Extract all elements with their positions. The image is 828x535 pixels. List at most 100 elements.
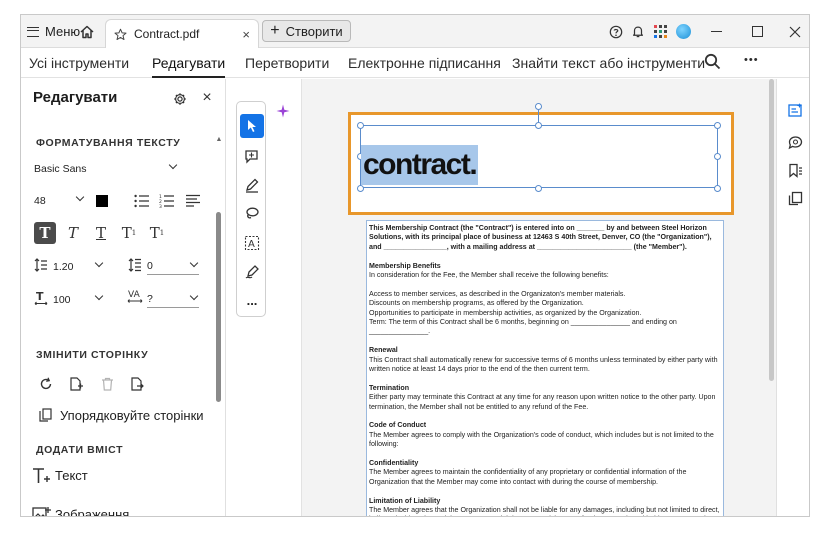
comments-button[interactable] <box>786 133 804 151</box>
more-options-button[interactable]: ••• <box>744 54 759 66</box>
highlight-tool-button[interactable] <box>240 173 264 197</box>
resize-handle-tl[interactable] <box>357 122 364 129</box>
maximize-button[interactable] <box>752 15 763 48</box>
menu-all-tools[interactable]: Усі інструменти <box>29 55 129 71</box>
resize-handle-tr[interactable] <box>714 122 721 129</box>
help-button[interactable] <box>609 15 623 48</box>
svg-text:A: A <box>248 239 255 250</box>
close-icon <box>789 26 801 37</box>
add-image-button[interactable]: Зображення <box>55 507 129 516</box>
underline-button[interactable]: T <box>90 222 112 244</box>
profile-avatar[interactable] <box>676 15 691 48</box>
font-size-select[interactable]: 48 <box>34 192 85 209</box>
notifications-button[interactable] <box>631 15 645 48</box>
pen-icon <box>246 178 259 193</box>
character-spacing-select[interactable]: ? <box>147 291 199 308</box>
organize-pages-link[interactable]: Упорядковуйте сторінки <box>60 408 204 423</box>
menu-edit[interactable]: Редагувати <box>152 55 226 78</box>
numbered-list-button[interactable]: 123 <box>158 192 176 210</box>
section-line: Opportunities to participate in membersh… <box>369 308 642 317</box>
insert-page-button[interactable] <box>68 376 84 392</box>
signature-icon <box>245 265 259 279</box>
document-scroll-thumb[interactable] <box>769 79 774 381</box>
menu-convert[interactable]: Перетворити <box>245 55 329 71</box>
insert-page-icon <box>70 376 83 391</box>
pages-button[interactable] <box>786 189 804 207</box>
document-body: This Membership Contract (the "Contract"… <box>369 224 723 516</box>
bullet-list-button[interactable] <box>133 192 151 210</box>
search-tools-label[interactable]: Знайти текст або інструменти <box>512 55 705 71</box>
section-renewal: Renewal This Contract shall automaticall… <box>369 346 723 374</box>
add-text-button[interactable]: Текст <box>55 468 88 483</box>
menu-esign[interactable]: Електронне підписання <box>348 55 501 71</box>
create-button[interactable]: + Створити <box>262 20 351 42</box>
tab-title: Contract.pdf <box>134 27 200 41</box>
apps-button[interactable] <box>654 15 667 48</box>
paragraph-spacing-icon <box>128 257 142 273</box>
resize-handle-bm[interactable] <box>535 185 542 192</box>
delete-page-button[interactable] <box>99 376 115 392</box>
section-confidentiality: Confidentiality The Member agrees to mai… <box>369 459 723 487</box>
resize-handle-tm[interactable] <box>535 122 542 129</box>
resize-handle-bl[interactable] <box>357 185 364 192</box>
document-page[interactable]: This Membership Contract (the "Contract"… <box>366 220 724 516</box>
search-button[interactable] <box>704 53 721 70</box>
ai-doc-icon <box>787 102 802 117</box>
subscript-button[interactable]: T1 <box>146 222 168 244</box>
align-button[interactable] <box>184 192 202 210</box>
minimize-button[interactable] <box>711 15 722 48</box>
edit-toolstrip: A ... <box>236 101 266 317</box>
sign-tool-button[interactable] <box>240 260 264 284</box>
horizontal-scale-select[interactable]: 100 <box>53 291 104 308</box>
text-color-swatch[interactable] <box>96 195 108 207</box>
ai-assistant-button[interactable] <box>274 102 292 120</box>
extract-page-icon <box>131 376 144 391</box>
document-scrollbar[interactable] <box>769 79 775 399</box>
close-window-button[interactable] <box>789 15 801 48</box>
superscript-button[interactable]: T1 <box>118 222 140 244</box>
horizontal-scale-icon: T <box>34 289 48 305</box>
scroll-up-icon[interactable]: ▲ <box>215 135 223 143</box>
comment-tool-button[interactable] <box>240 144 264 168</box>
panel-close-icon[interactable]: × <box>200 89 214 106</box>
selected-header-text[interactable]: contract. <box>361 145 479 185</box>
resize-handle-br[interactable] <box>714 185 721 192</box>
draw-tool-button[interactable] <box>240 202 264 226</box>
home-button[interactable] <box>79 15 95 48</box>
section-line: Either party may terminate this Contract… <box>369 393 716 411</box>
tab-contract[interactable]: Contract.pdf × <box>105 19 259 48</box>
gear-icon <box>174 93 186 105</box>
cursor-icon <box>248 120 256 132</box>
text-box-tool-button[interactable]: A <box>240 231 264 255</box>
sparkle-icon <box>276 104 290 118</box>
font-family-select[interactable]: Basic Sans <box>34 160 178 177</box>
line-spacing-select[interactable]: 1.20 <box>53 258 104 275</box>
more-tools-button[interactable]: ... <box>240 289 264 313</box>
rotate-page-button[interactable] <box>38 376 54 392</box>
superscript-t: T <box>121 224 132 242</box>
bell-icon <box>633 26 643 38</box>
pages-icon <box>788 191 802 205</box>
add-content-title: ДОДАТИ ВМІСТ <box>36 444 124 456</box>
bullet-list-icon <box>134 194 149 208</box>
font-size-value: 48 <box>34 194 46 207</box>
select-tool-button[interactable] <box>240 114 264 138</box>
svg-text:T: T <box>36 290 44 303</box>
paragraph-spacing-select[interactable]: 0 <box>147 258 199 275</box>
rotate-handle[interactable] <box>535 103 542 110</box>
create-label: Створити <box>285 23 343 39</box>
settings-button[interactable] <box>172 91 188 107</box>
tab-close-icon[interactable]: × <box>242 27 250 42</box>
star-icon[interactable] <box>114 28 127 41</box>
bookmarks-button[interactable] <box>786 161 804 179</box>
menu-button[interactable]: Меню <box>27 15 80 48</box>
italic-button[interactable]: T <box>62 222 84 244</box>
panel-scrollbar[interactable] <box>216 212 221 402</box>
extract-page-button[interactable] <box>129 376 145 392</box>
ai-summary-button[interactable] <box>786 101 804 119</box>
contract-intro: This Membership Contract (the "Contract"… <box>369 224 712 251</box>
comment-icon <box>788 135 802 149</box>
resize-handle-mr[interactable] <box>714 153 721 160</box>
bold-button[interactable]: T <box>34 222 56 244</box>
